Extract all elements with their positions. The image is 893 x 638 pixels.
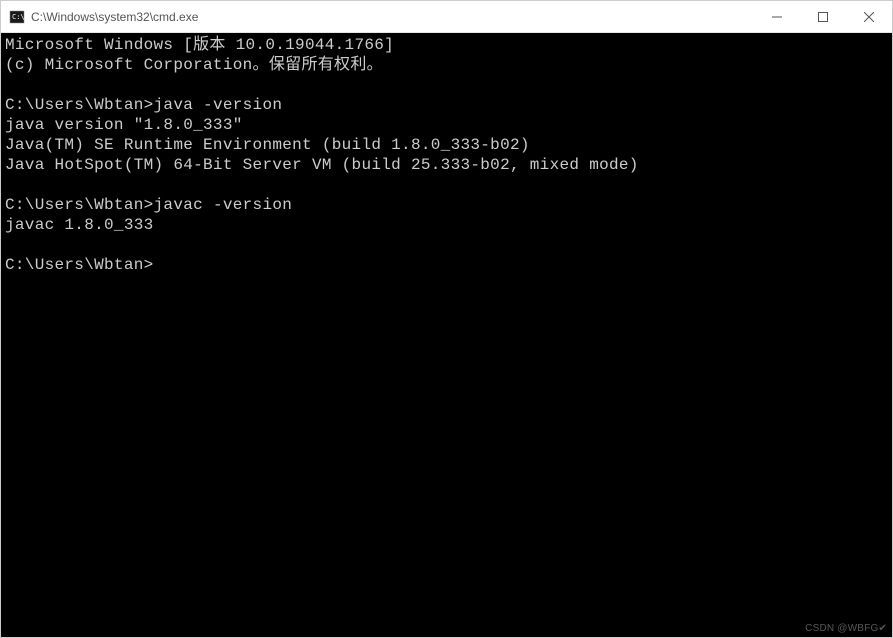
terminal-line: java version "1.8.0_333": [5, 116, 243, 134]
cmd-window: C:\ C:\Windows\system32\cmd.exe Microsof…: [0, 0, 893, 638]
prompt-path: C:\Users\Wbtan>: [5, 196, 154, 214]
terminal-line: Java HotSpot(TM) 64-Bit Server VM (build…: [5, 156, 639, 174]
close-icon: [864, 12, 874, 22]
cmd-icon: C:\: [9, 9, 25, 25]
terminal-line: Microsoft Windows [版本 10.0.19044.1766]: [5, 36, 394, 54]
prompt-path: C:\Users\Wbtan>: [5, 256, 154, 274]
prompt-line: C:\Users\Wbtan>javac -version: [5, 196, 292, 214]
minimize-icon: [772, 12, 782, 22]
prompt-line: C:\Users\Wbtan>: [5, 256, 163, 274]
prompt-path: C:\Users\Wbtan>: [5, 96, 154, 114]
terminal-output[interactable]: Microsoft Windows [版本 10.0.19044.1766] (…: [1, 33, 892, 637]
cursor: [154, 258, 163, 274]
watermark: CSDN @WBFG✔: [805, 623, 887, 634]
prompt-command: javac -version: [154, 196, 293, 214]
window-controls: [754, 1, 892, 32]
maximize-button[interactable]: [800, 1, 846, 32]
titlebar[interactable]: C:\ C:\Windows\system32\cmd.exe: [1, 1, 892, 33]
terminal-line: Java(TM) SE Runtime Environment (build 1…: [5, 136, 530, 154]
close-button[interactable]: [846, 1, 892, 32]
prompt-command: java -version: [154, 96, 283, 114]
window-title: C:\Windows\system32\cmd.exe: [31, 10, 754, 24]
prompt-line: C:\Users\Wbtan>java -version: [5, 96, 282, 114]
maximize-icon: [818, 12, 828, 22]
svg-text:C:\: C:\: [12, 13, 25, 21]
terminal-line: javac 1.8.0_333: [5, 216, 154, 234]
minimize-button[interactable]: [754, 1, 800, 32]
terminal-line: (c) Microsoft Corporation。保留所有权利。: [5, 56, 383, 74]
